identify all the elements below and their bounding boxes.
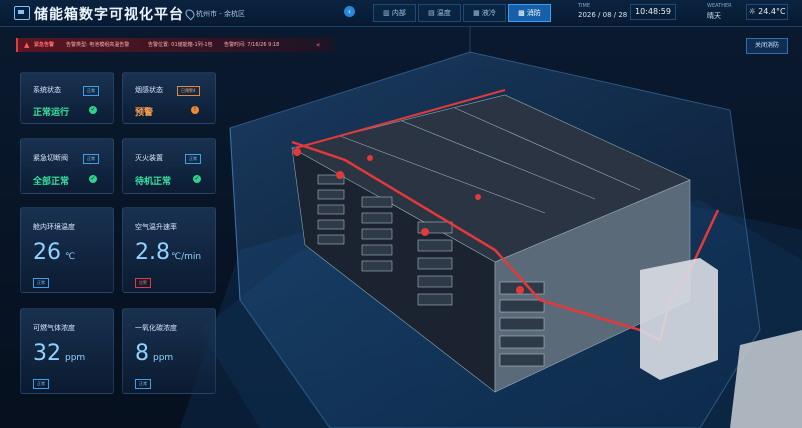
tab-temperature[interactable]: ▤ 温度: [418, 4, 461, 22]
card-label: 空气温升速率: [135, 223, 177, 231]
card-label: 舱内环境温度: [33, 223, 75, 231]
equipment-cabinet: [640, 258, 718, 380]
card-value: 待机正常: [135, 177, 172, 187]
collapse-button[interactable]: ‹: [344, 6, 355, 17]
metric-unit: ℃/min: [171, 252, 202, 262]
status-badge: 正常: [83, 154, 99, 164]
metric-value: 8 ppm: [135, 341, 173, 366]
status-badge: 正常: [33, 379, 49, 389]
top-header: 储能箱数字可视化平台 杭州市 - 余杭区 ‹ ▥ 内部 ▤ 温度 ▦ 液冷 ▩ …: [0, 0, 802, 27]
metric-number: 26: [33, 240, 61, 265]
card-fire-extinguisher[interactable]: 灭火装置 正常 待机正常 ✓: [122, 138, 216, 194]
alert-bar[interactable]: ▲ 紧急告警 告警类型: 电池模组高温告警 告警位置: 01储能箱-1列-1包 …: [16, 38, 334, 52]
clock-display: 10:48:59: [630, 4, 676, 20]
status-badge: 正常: [33, 278, 49, 288]
alert-location: 告警位置: 01储能箱-1列-1包: [148, 42, 213, 48]
warning-icon: ▲: [24, 41, 30, 49]
card-carbon-monoxide[interactable]: 一氧化碳浓度 8 ppm 正常: [122, 308, 216, 394]
card-smoke-status[interactable]: 烟感状态 已预警4 预警 !: [122, 72, 216, 124]
alert-type: 告警类型: 电池模组高温告警: [66, 42, 130, 48]
weather-text: 晴天: [707, 12, 721, 20]
tab-fire-protection[interactable]: ▩ 消防: [508, 4, 551, 22]
check-icon: ✓: [89, 175, 97, 183]
metric-value: 2.8℃/min: [135, 240, 201, 265]
metric-unit: ℃: [65, 252, 76, 262]
metric-number: 32: [33, 341, 61, 366]
check-icon: ✓: [193, 175, 201, 183]
metric-number: 8: [135, 341, 149, 366]
card-label: 一氧化碳浓度: [135, 324, 177, 332]
location-text: 杭州市 - 余杭区: [196, 10, 245, 18]
status-badge: 正常: [135, 379, 151, 389]
card-label: 系统状态: [33, 86, 61, 94]
card-value: 预警: [135, 108, 154, 118]
card-label: 可燃气体浓度: [33, 324, 75, 332]
card-value: 正常运行: [33, 108, 70, 118]
card-label: 烟感状态: [135, 86, 163, 94]
metric-value: 32 ppm: [33, 341, 85, 366]
date-text: 2026 / 08 / 28: [578, 11, 628, 19]
check-icon: ✓: [89, 106, 97, 114]
status-badge: 正常: [83, 86, 99, 96]
page-title: 储能箱数字可视化平台: [34, 7, 184, 23]
platform-logo-icon: [14, 6, 30, 20]
tab-liquid-cooling[interactable]: ▦ 液冷: [463, 4, 506, 22]
status-badge: 告警: [135, 278, 151, 288]
card-emergency-valve[interactable]: 紧急切断阀 正常 全部正常 ✓: [20, 138, 114, 194]
metric-number: 2.8: [135, 240, 170, 265]
card-label: 紧急切断阀: [33, 154, 68, 162]
card-combustible-gas[interactable]: 可燃气体浓度 32 ppm 正常: [20, 308, 114, 394]
alert-collapse-icon[interactable]: «: [316, 38, 320, 52]
metric-unit: ppm: [153, 353, 174, 363]
alert-icon: !: [191, 106, 199, 114]
metric-value: 26 ℃: [33, 240, 75, 265]
time-label: TIME: [578, 3, 591, 9]
card-value: 全部正常: [33, 177, 70, 187]
close-fire-button[interactable]: 关闭消防: [746, 38, 788, 54]
alert-time: 告警时间: 7/16/26 9:18: [224, 42, 280, 48]
card-system-status[interactable]: 系统状态 正常 正常运行 ✓: [20, 72, 114, 124]
card-air-temp-rise[interactable]: 空气温升速率 2.8℃/min 告警: [122, 207, 216, 293]
alert-level: 紧急告警: [34, 42, 55, 48]
status-badge: 已预警4: [177, 86, 200, 96]
card-inner-temperature[interactable]: 舱内环境温度 26 ℃ 正常: [20, 207, 114, 293]
card-label: 灭火装置: [135, 154, 163, 162]
temperature-display: ☼ 24.4°C: [746, 4, 788, 20]
energy-storage-3d-scene[interactable]: [0, 0, 802, 428]
view-tabs: ▥ 内部 ▤ 温度 ▦ 液冷 ▩ 消防: [373, 4, 553, 22]
location-pin-icon: [183, 7, 197, 21]
metric-unit: ppm: [65, 353, 86, 363]
tab-internal[interactable]: ▥ 内部: [373, 4, 416, 22]
status-badge: 正常: [185, 154, 201, 164]
weather-label: WEATHER: [707, 3, 732, 9]
